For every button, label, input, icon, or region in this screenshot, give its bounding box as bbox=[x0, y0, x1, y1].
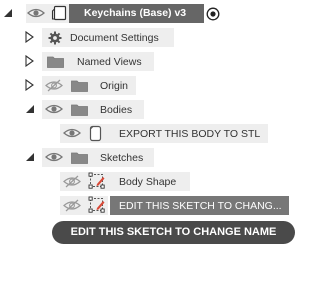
expand-arrow-icon[interactable] bbox=[25, 55, 34, 67]
item-label: Origin bbox=[100, 80, 129, 92]
folder-icon bbox=[71, 151, 88, 164]
item-label: EDIT THIS SKETCH TO CHANG... bbox=[119, 200, 282, 212]
expand-arrow-icon[interactable] bbox=[25, 31, 34, 43]
item-label: Bodies bbox=[100, 104, 133, 116]
item-label: EXPORT THIS BODY TO STL bbox=[119, 128, 261, 140]
sketch-icon bbox=[88, 196, 106, 214]
folder-icon bbox=[71, 79, 88, 92]
collapse-arrow-icon[interactable] bbox=[25, 104, 35, 114]
eye-icon[interactable] bbox=[27, 7, 45, 19]
folder-icon bbox=[47, 55, 64, 68]
eye-icon[interactable] bbox=[63, 127, 81, 139]
sketch-icon bbox=[88, 172, 106, 190]
eye-hidden-icon[interactable] bbox=[45, 79, 63, 92]
eye-icon[interactable] bbox=[45, 151, 63, 163]
collapse-arrow-icon[interactable] bbox=[3, 8, 13, 18]
root-label: Keychains (Base) v3 bbox=[84, 7, 187, 19]
collapse-arrow-icon[interactable] bbox=[25, 152, 35, 162]
active-radio-icon[interactable] bbox=[206, 7, 220, 21]
eye-hidden-icon[interactable] bbox=[63, 175, 81, 188]
component-cube-icon bbox=[51, 5, 68, 21]
body-icon bbox=[88, 125, 103, 142]
item-label: Body Shape bbox=[119, 176, 177, 188]
eye-icon[interactable] bbox=[45, 103, 63, 115]
folder-icon bbox=[71, 103, 88, 116]
tooltip-text: EDIT THIS SKETCH TO CHANGE NAME bbox=[70, 226, 277, 238]
item-label: Named Views bbox=[77, 56, 142, 68]
gear-icon bbox=[48, 31, 62, 45]
tooltip: EDIT THIS SKETCH TO CHANGE NAME bbox=[52, 221, 295, 244]
expand-arrow-icon[interactable] bbox=[25, 79, 34, 91]
item-label: Document Settings bbox=[70, 32, 159, 44]
item-label: Sketches bbox=[100, 152, 144, 164]
eye-hidden-icon[interactable] bbox=[63, 199, 81, 212]
